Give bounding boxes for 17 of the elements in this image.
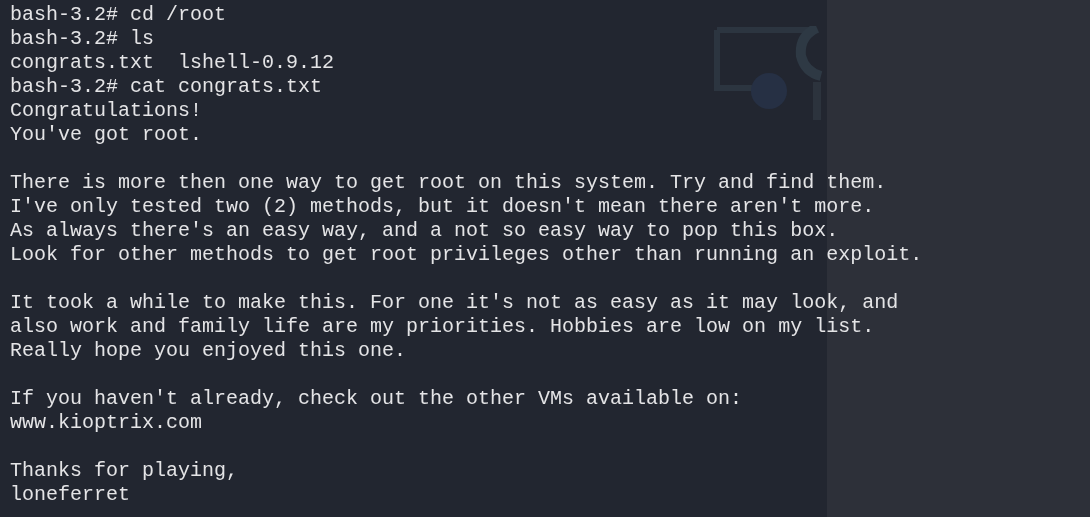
terminal-line: Really hope you enjoyed this one. [10, 339, 407, 362]
terminal-line: loneferret [10, 483, 131, 506]
terminal-line: As always there's an easy way, and a not so easy way to pop this box. [10, 219, 839, 242]
terminal-line: bash-3.2# cd /root [10, 3, 227, 26]
terminal-line: www.kioptrix.com [10, 411, 203, 434]
terminal-line: I've only tested two (2) methods, but it doesn't mean there aren't more. [10, 195, 875, 218]
terminal-line: Thanks for playing, [10, 459, 239, 482]
terminal-line: There is more then one way to get root on this system. Try and find them. [10, 171, 887, 194]
terminal-line: also work and family life are my priorities. Hobbies are low on my list. [10, 315, 875, 338]
terminal-line: bash-3.2# ls [10, 27, 155, 50]
terminal-line: Congratulations! [10, 99, 203, 122]
terminal-line: Look for other methods to get root privileges other than running an exploit. [10, 243, 923, 266]
terminal-line: If you haven't already, check out the other VMs available on: [10, 387, 743, 410]
terminal-line: It took a while to make this. For one it's not as easy as it may look, and [10, 291, 899, 314]
terminal-line: congrats.txt lshell-0.9.12 [10, 51, 335, 74]
terminal-line: You've got root. [10, 123, 203, 146]
terminal-line: bash-3.2# cat congrats.txt [10, 75, 323, 98]
